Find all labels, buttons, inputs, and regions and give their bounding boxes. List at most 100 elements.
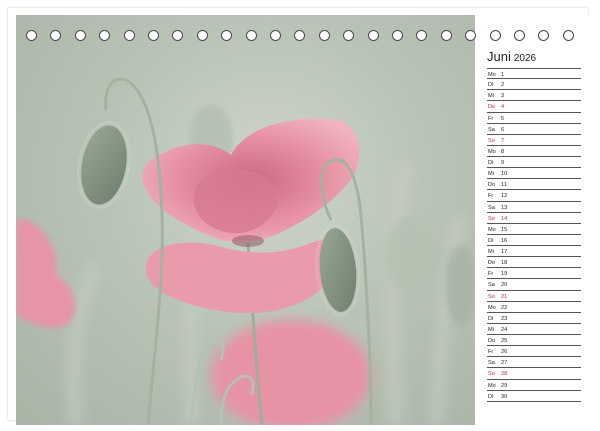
binding-ring bbox=[172, 30, 184, 41]
day-row: Di 9 bbox=[487, 157, 581, 169]
weekday-label: Mi bbox=[488, 249, 494, 255]
weekday-label: Mo bbox=[488, 72, 496, 78]
weekday-label: So bbox=[488, 215, 495, 222]
weekday-label: Di bbox=[488, 160, 494, 166]
day-row: Do 11 bbox=[487, 179, 581, 191]
day-row: Fr 12 bbox=[487, 190, 581, 202]
day-number: 24 bbox=[501, 326, 508, 333]
day-number: 16 bbox=[501, 237, 508, 244]
day-row: Do 18 bbox=[487, 257, 581, 269]
day-row: Mi 24 bbox=[487, 324, 581, 335]
binding-ring bbox=[465, 30, 477, 41]
day-number: 9 bbox=[501, 160, 505, 166]
weekday-label: Mo bbox=[488, 304, 496, 311]
bud-left bbox=[77, 121, 131, 209]
day-number: 26 bbox=[501, 349, 508, 356]
day-row: Di 30 bbox=[487, 391, 581, 402]
day-number: 22 bbox=[501, 304, 508, 311]
day-row: Di 2 bbox=[487, 79, 581, 91]
day-number: 2 bbox=[501, 82, 505, 89]
day-row: Mi 17 bbox=[487, 246, 581, 258]
day-row: Sa 27 bbox=[487, 357, 581, 369]
day-row: Mo 29 bbox=[487, 380, 581, 391]
day-number: 3 bbox=[501, 93, 505, 100]
weekday-label: Mi bbox=[488, 326, 494, 333]
day-row: Mo 1 bbox=[487, 68, 581, 80]
day-row: Di 23 bbox=[487, 313, 581, 324]
day-number: 7 bbox=[501, 137, 505, 144]
binding-ring bbox=[489, 30, 501, 41]
weekday-label: Mo bbox=[488, 148, 496, 155]
day-number: 29 bbox=[501, 382, 508, 389]
weekday-label: Sa bbox=[488, 282, 495, 289]
day-number: 6 bbox=[501, 126, 505, 133]
day-row: Do 25 bbox=[487, 335, 581, 347]
binding-ring bbox=[343, 30, 355, 41]
day-number: 14 bbox=[501, 215, 508, 222]
binding-ring bbox=[270, 30, 281, 41]
year-label: 2026 bbox=[513, 53, 537, 64]
binding-ring bbox=[562, 30, 574, 41]
binding-ring bbox=[538, 30, 550, 41]
binding-ring bbox=[318, 30, 330, 41]
day-number: 12 bbox=[501, 193, 508, 200]
binding-ring bbox=[99, 30, 111, 41]
weekday-label: Mo bbox=[488, 226, 496, 233]
day-row: Mo 8 bbox=[487, 146, 581, 157]
weekday-label: Do bbox=[488, 104, 496, 111]
weekday-label: Di bbox=[488, 237, 494, 244]
day-number: 8 bbox=[501, 148, 505, 155]
day-row: So 7 bbox=[487, 135, 581, 146]
day-row: Sa 13 bbox=[487, 202, 581, 213]
blurred-left-flower bbox=[16, 219, 75, 328]
day-number: 15 bbox=[501, 226, 508, 233]
poppy-illustration bbox=[16, 77, 475, 425]
weekday-label: Fr bbox=[488, 115, 494, 122]
weekday-label: Sa bbox=[488, 204, 495, 211]
binding-ring bbox=[123, 30, 135, 41]
day-number: 1 bbox=[501, 72, 505, 78]
day-number: 5 bbox=[501, 115, 505, 122]
weekday-label: So bbox=[488, 371, 495, 378]
day-number: 25 bbox=[501, 338, 508, 344]
binding-ring bbox=[514, 30, 525, 41]
day-number: 27 bbox=[501, 360, 508, 367]
day-row: So 21 bbox=[487, 291, 581, 302]
weekday-label: Fr bbox=[488, 271, 494, 278]
day-number: 20 bbox=[501, 282, 508, 289]
month-name: Juni bbox=[487, 49, 511, 64]
weekday-label: Mo bbox=[488, 382, 496, 389]
day-row: Mo 15 bbox=[487, 224, 581, 235]
binding-ring bbox=[294, 30, 306, 41]
day-row: Fr 26 bbox=[487, 346, 581, 358]
day-number: 23 bbox=[501, 315, 508, 322]
bud-right bbox=[316, 224, 360, 316]
binding-ring bbox=[74, 30, 86, 41]
weekday-label: Fr bbox=[488, 193, 494, 200]
day-list: Mo 1 Di 2 Mi 3 Do 4 Fr 5 Sa 6 So 7 Mo 8 Di 9 Mi 10 Do 11 Fr 12 S… bbox=[487, 68, 581, 402]
month-title: Juni 2026 bbox=[487, 49, 536, 64]
day-number: 18 bbox=[501, 260, 508, 267]
day-number: 11 bbox=[501, 182, 507, 189]
weekday-label: Sa bbox=[488, 126, 495, 133]
weekday-label: Sa bbox=[488, 360, 495, 367]
day-row: Mi 3 bbox=[487, 90, 581, 102]
binding-ring bbox=[221, 30, 233, 41]
calendar-page: Juni 2026 Mo 1 Di 2 Mi 3 Do 4 Fr 5 Sa 6 So 7 Mo 8 Di 9 Mi 10… bbox=[8, 8, 596, 425]
binding-ring bbox=[245, 30, 257, 41]
poppy-photo bbox=[16, 15, 475, 425]
day-number: 10 bbox=[501, 171, 508, 178]
binding-ring bbox=[26, 30, 37, 41]
weekday-label: Di bbox=[488, 82, 494, 89]
day-row: Mi 10 bbox=[487, 168, 581, 180]
binding-ring bbox=[440, 30, 452, 41]
binding-ring bbox=[392, 30, 403, 41]
binding-ring bbox=[196, 30, 208, 41]
day-row: Sa 6 bbox=[487, 124, 581, 135]
weekday-label: Fr bbox=[488, 349, 494, 356]
day-number: 28 bbox=[501, 371, 508, 378]
day-row: Do 4 bbox=[487, 101, 581, 113]
day-row: Fr 5 bbox=[487, 113, 581, 124]
day-row: So 28 bbox=[487, 368, 581, 380]
binding-ring bbox=[50, 30, 62, 41]
